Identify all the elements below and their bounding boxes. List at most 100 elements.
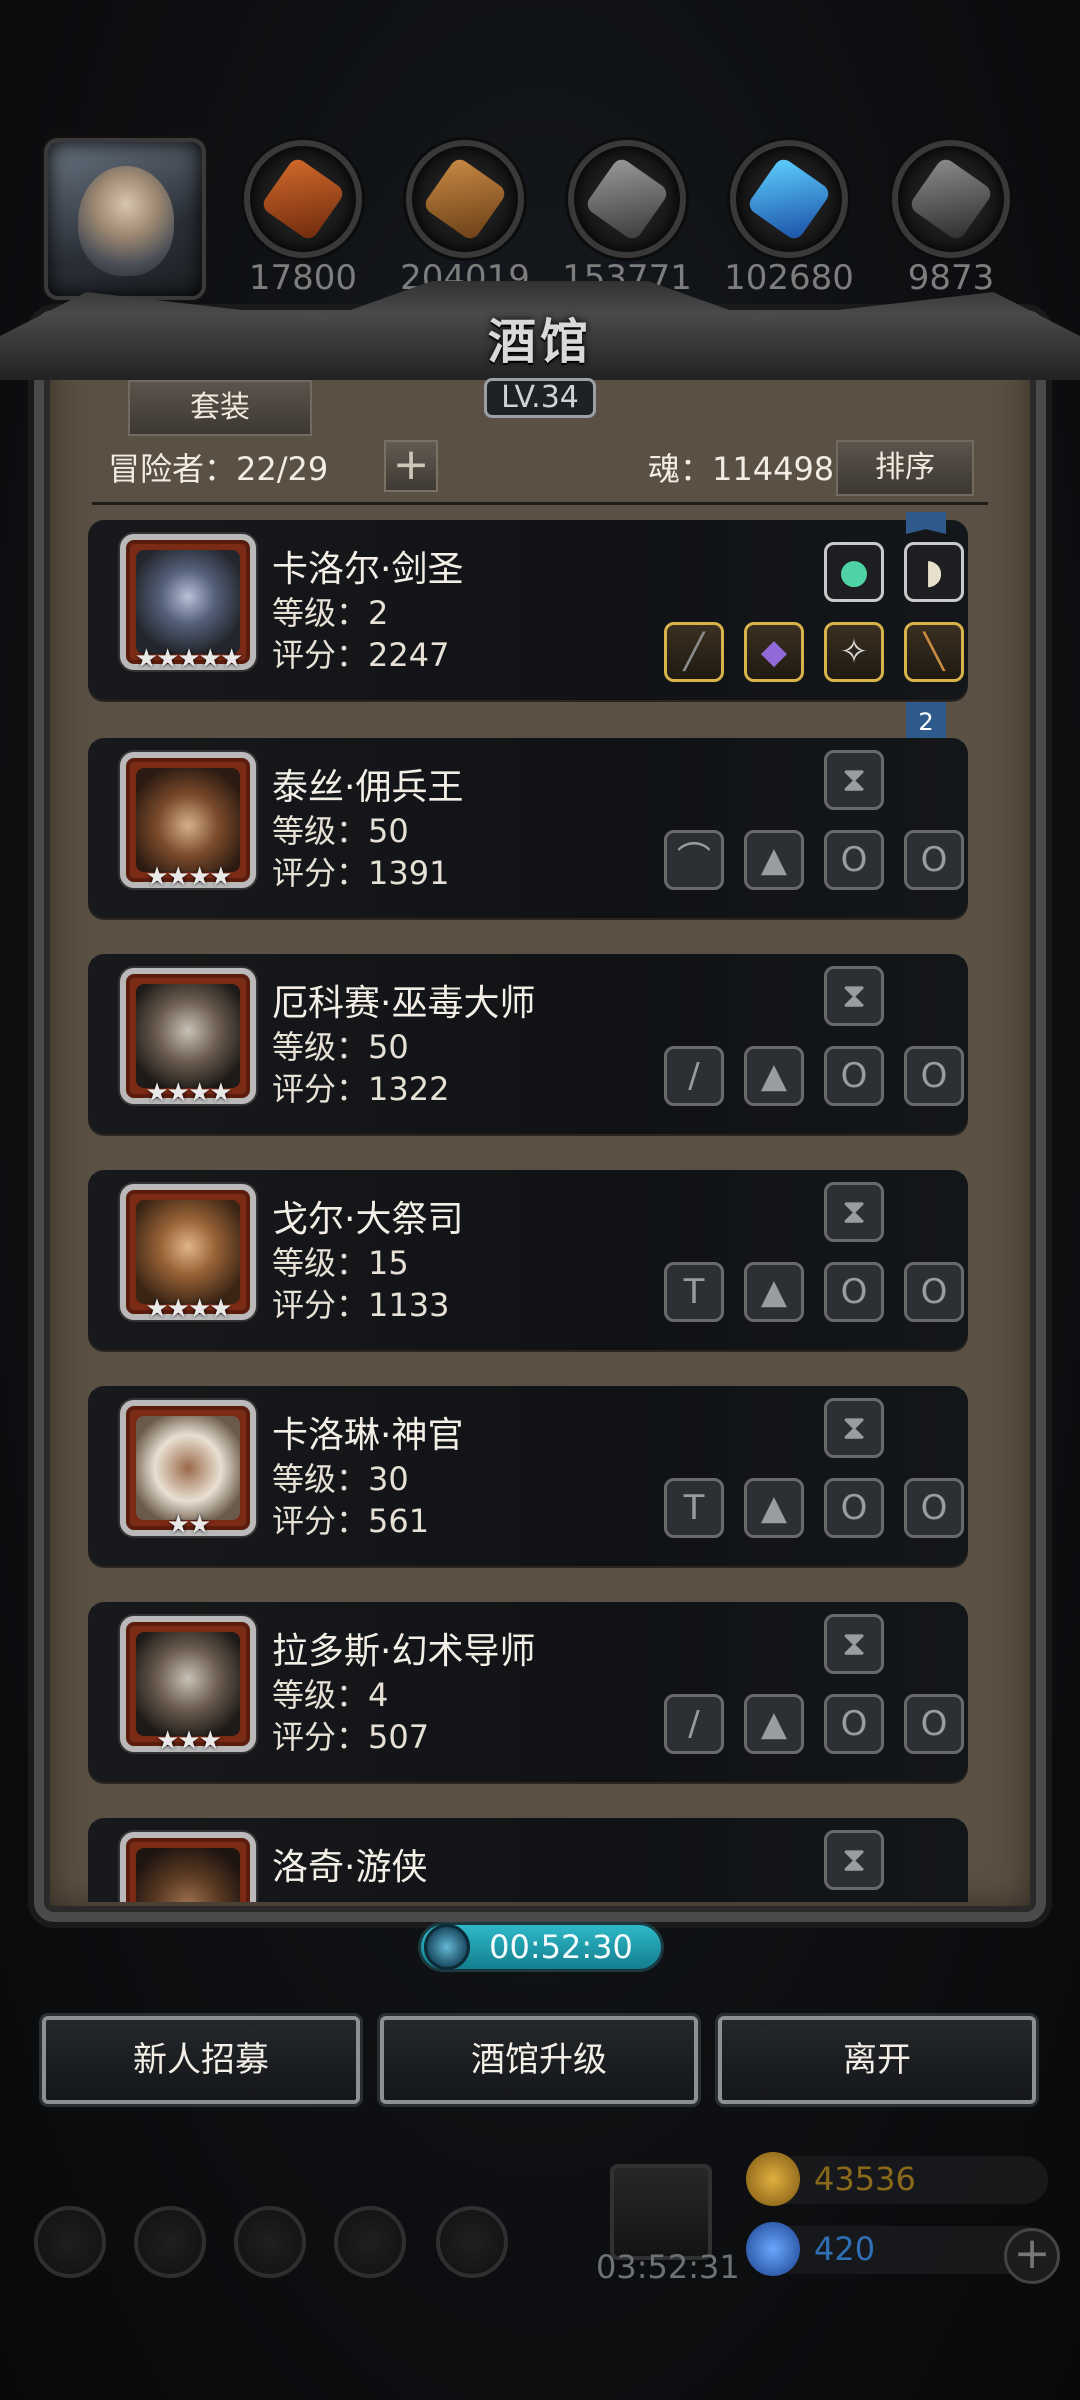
- hero-card[interactable]: ★★★★ 厄科赛·巫毒大师 等级：50 评分：1322 ⧗ / ▲ O O: [88, 954, 968, 1134]
- set-button[interactable]: 套装: [128, 380, 312, 436]
- upgrade-tavern-button[interactable]: 酒馆升级: [380, 2016, 698, 2104]
- armor-slot-icon[interactable]: ▲: [744, 1046, 804, 1106]
- hammer-slot-icon[interactable]: T: [664, 1478, 724, 1538]
- hero-card[interactable]: ★★ 卡洛琳·神官 等级：30 评分：561 ⧗ T ▲ O O: [88, 1386, 968, 1566]
- hero-stars: ★★★★: [145, 1294, 232, 1324]
- avatar-face: [78, 166, 174, 276]
- hero-score: 评分：1391: [272, 854, 450, 892]
- ring-slot-icon[interactable]: O: [904, 1694, 964, 1754]
- gem-amount: 420: [814, 2230, 876, 2268]
- hourglass-slot-icon[interactable]: ⧗: [824, 750, 884, 810]
- hourglass-slot-icon[interactable]: ⧗: [824, 1830, 884, 1890]
- adventurer-count: 冒险者：22/29: [108, 450, 329, 488]
- horn-slot-icon[interactable]: ◗: [904, 542, 964, 602]
- soul-count: 魂：114498: [648, 450, 835, 488]
- ring-slot-icon[interactable]: O: [904, 1262, 964, 1322]
- ring-slot-icon[interactable]: O: [904, 830, 964, 890]
- clock-icon: [424, 1924, 470, 1970]
- stone-count: 9873: [907, 258, 995, 298]
- hero-score: 评分：2247: [272, 636, 450, 674]
- tavern-level-badge: LV.34: [484, 378, 596, 418]
- hero-stars: ★★★★: [145, 862, 232, 892]
- hero-score: 评分：507: [272, 1718, 430, 1756]
- swords-menu-icon[interactable]: [436, 2206, 508, 2278]
- add-currency-button[interactable]: +: [1004, 2228, 1060, 2284]
- star-menu-icon[interactable]: [134, 2206, 206, 2278]
- ring-slot-icon[interactable]: O: [904, 1046, 964, 1106]
- staff-slot-icon[interactable]: /: [664, 1694, 724, 1754]
- hero-card[interactable]: ★★★★ 戈尔·大祭司 等级：15 评分：1133 ⧗ T ▲ O O: [88, 1170, 968, 1350]
- sword-slot-icon[interactable]: ╱: [664, 622, 724, 682]
- armor-slot-icon[interactable]: ▲: [744, 1478, 804, 1538]
- hero-name: 拉多斯·幻术导师: [272, 1631, 536, 1672]
- hero-level: 等级：50: [272, 1028, 409, 1066]
- panel-title: 酒馆: [487, 314, 592, 370]
- armor-slot-icon[interactable]: ▲: [744, 1694, 804, 1754]
- gold-coin-icon: [746, 2152, 800, 2206]
- hero-level: 等级：50: [272, 812, 409, 850]
- meat-icon: [244, 140, 362, 258]
- ring-slot-icon[interactable]: O: [904, 1478, 964, 1538]
- crystal-count: 102680: [724, 258, 854, 298]
- ring-slot-icon[interactable]: O: [824, 1694, 884, 1754]
- hero-name: 卡洛琳·神官: [272, 1415, 464, 1456]
- player-avatar[interactable]: [44, 138, 206, 300]
- hero-list[interactable]: ★★★★★ 卡洛尔·剑圣 等级：2 评分：2247 ● ◗ ╱ ◆ ✧ ╲ 2 …: [52, 510, 1028, 1902]
- hero-name: 泰丝·佣兵王: [272, 767, 464, 808]
- ring-slot-icon[interactable]: O: [824, 830, 884, 890]
- mail-icon[interactable]: [334, 2206, 406, 2278]
- hero-level: 等级：4: [272, 1676, 389, 1714]
- iron-icon: [568, 140, 686, 258]
- hourglass-slot-icon[interactable]: ⧗: [824, 966, 884, 1026]
- hero-card[interactable]: ★★★★★ 卡洛尔·剑圣 等级：2 评分：2247 ● ◗ ╱ ◆ ✧ ╲ 2: [88, 512, 968, 758]
- divider: [92, 502, 988, 505]
- ring-slot-icon[interactable]: O: [824, 1478, 884, 1538]
- armor-slot-icon[interactable]: ◆: [744, 622, 804, 682]
- hero-portrait: [120, 1832, 256, 1902]
- amulet-slot-icon[interactable]: ✧: [824, 622, 884, 682]
- hero-stars: ★★★★: [145, 1078, 232, 1108]
- stone-icon: [892, 140, 1010, 258]
- hammer-slot-icon[interactable]: T: [664, 1262, 724, 1322]
- staff-slot-icon[interactable]: /: [664, 1046, 724, 1106]
- add-adventurer-button[interactable]: +: [384, 440, 438, 492]
- settings-gear-icon[interactable]: [34, 2206, 106, 2278]
- hero-name: 卡洛尔·剑圣: [272, 549, 464, 590]
- gift-timer: 03:52:31: [596, 2248, 740, 2286]
- ribbon-tab: [906, 512, 946, 534]
- sort-button[interactable]: 排序: [836, 440, 974, 496]
- gift-box-icon[interactable]: [610, 2164, 712, 2260]
- crystal-icon: [730, 140, 848, 258]
- armor-slot-icon[interactable]: ▲: [744, 1262, 804, 1322]
- hero-stars: ★★★: [156, 1726, 222, 1756]
- meat-count: 17800: [248, 258, 358, 298]
- weapon-slot-icon[interactable]: ⌒: [664, 830, 724, 890]
- recruit-button[interactable]: 新人招募: [42, 2016, 360, 2104]
- hero-card[interactable]: 洛奇·游侠 ⧗: [88, 1818, 968, 1902]
- hero-score: 评分：1133: [272, 1286, 450, 1324]
- hero-card[interactable]: ★★★ 拉多斯·幻术导师 等级：4 评分：507 ⧗ / ▲ O O: [88, 1602, 968, 1782]
- hourglass-slot-icon[interactable]: ⧗: [824, 1182, 884, 1242]
- hero-stars: ★★: [166, 1510, 212, 1540]
- hero-card[interactable]: ★★★★ 泰丝·佣兵王 等级：50 评分：1391 ⧗ ⌒ ▲ O O: [88, 738, 968, 918]
- hero-score: 评分：561: [272, 1502, 430, 1540]
- hourglass-slot-icon[interactable]: ⧗: [824, 1614, 884, 1674]
- hero-stars: ★★★★★: [134, 644, 244, 674]
- gold-amount: 43536: [814, 2160, 916, 2198]
- leave-button[interactable]: 离开: [718, 2016, 1036, 2104]
- scroll-slot-icon[interactable]: ╲: [904, 622, 964, 682]
- hero-name: 洛奇·游侠: [272, 1847, 428, 1888]
- wood-icon: [406, 140, 524, 258]
- hero-level: 等级：2: [272, 594, 389, 632]
- hero-name: 厄科赛·巫毒大师: [272, 983, 536, 1024]
- armor-slot-icon[interactable]: ▲: [744, 830, 804, 890]
- gem-slot-icon[interactable]: ●: [824, 542, 884, 602]
- gem-currency-icon: [746, 2222, 800, 2276]
- hero-level: 等级：15: [272, 1244, 409, 1282]
- ring-slot-icon[interactable]: O: [824, 1046, 884, 1106]
- hourglass-slot-icon[interactable]: ⧗: [824, 1398, 884, 1458]
- castle-menu-icon[interactable]: [234, 2206, 306, 2278]
- ring-slot-icon[interactable]: O: [824, 1262, 884, 1322]
- hero-level: 等级：30: [272, 1460, 409, 1498]
- hero-name: 戈尔·大祭司: [272, 1199, 464, 1240]
